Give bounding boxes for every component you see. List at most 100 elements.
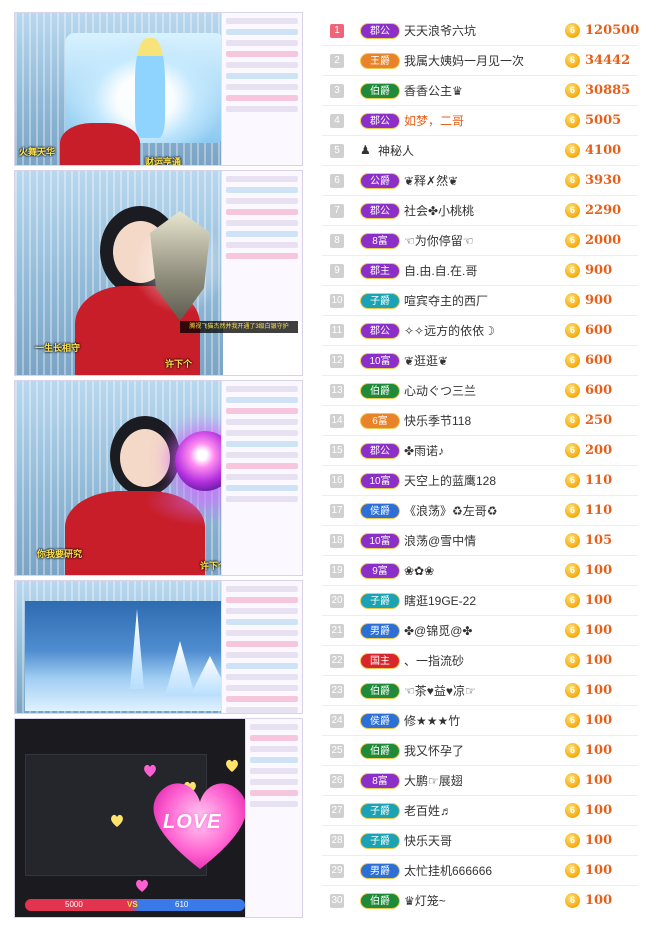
- stream-shot-3[interactable]: 你我要研究 许下个: [14, 380, 303, 576]
- ranking-row[interactable]: 27 子爵 老百姓♬ 6 100: [322, 796, 638, 826]
- gift-amount: 2290: [585, 203, 622, 218]
- user-name[interactable]: ❦释✗然❦: [404, 173, 458, 189]
- ranking-row[interactable]: 14 6富 快乐季节118 6 250: [322, 406, 638, 436]
- stream-shot-2[interactable]: 一生长相守 许下个 腾视飞猫杰然并我开通了3级白银守护: [14, 170, 303, 376]
- gift-amount: 100: [585, 623, 613, 638]
- user-name[interactable]: ☜茶♥益♥凉☞: [404, 683, 476, 699]
- user-name[interactable]: 喧宾夺主的西厂: [404, 293, 488, 309]
- gift-amount: 100: [585, 683, 613, 698]
- ranking-row[interactable]: 22 国主 、一指流砂 6 100: [322, 646, 638, 676]
- rank-number: 28: [330, 834, 344, 848]
- ranking-row[interactable]: 18 10富 浪荡@雪中情 6 105: [322, 526, 638, 556]
- ranking-row[interactable]: 3 伯爵 香香公主♛ 6 30885: [322, 76, 638, 106]
- user-name[interactable]: 天天浪爷六坑: [404, 23, 476, 39]
- stream-shot-4[interactable]: [14, 580, 303, 714]
- coin-icon: 6: [565, 233, 580, 248]
- ranking-row[interactable]: 9 郡主 自.由.自.在.哥 6 900: [322, 256, 638, 286]
- user-name[interactable]: 如梦，二哥: [404, 113, 464, 129]
- ranking-row[interactable]: 11 郡公 ✧✧远方的依依☽ 6 600: [322, 316, 638, 346]
- ranking-row[interactable]: 29 男爵 太忙挂机666666 6 100: [322, 856, 638, 886]
- gift-ranking-list: 1 郡公 天天浪爷六坑 6 120500 2 王爵 我属大姨妈一月见一次 6 34442 3 伯爵 香香…: [322, 16, 640, 916]
- user-name[interactable]: 《浪荡》♻左哥♻: [404, 503, 498, 519]
- user-name[interactable]: 社会✤小桃桃: [404, 203, 474, 219]
- user-name[interactable]: 快乐天哥: [404, 833, 452, 849]
- ranking-row[interactable]: 26 8富 大鹏☞展翅 6 100: [322, 766, 638, 796]
- ranking-row[interactable]: 23 伯爵 ☜茶♥益♥凉☞ 6 100: [322, 676, 638, 706]
- user-name[interactable]: 心动ぐつ三兰: [404, 383, 476, 399]
- coin-icon: 6: [565, 713, 580, 728]
- user-name[interactable]: 修★★★竹: [404, 713, 460, 729]
- chat-sidebar: [221, 581, 302, 713]
- user-name[interactable]: ❦逛逛❦: [404, 353, 448, 369]
- user-name[interactable]: 我又怀孕了: [404, 743, 464, 759]
- ranking-row[interactable]: 5 ♟ 神秘人 6 4100: [322, 136, 638, 166]
- rank-badge: 郡公: [360, 203, 400, 219]
- rank-badge: 王爵: [360, 53, 400, 69]
- rank-badge: 伯爵: [360, 743, 400, 759]
- ranking-row[interactable]: 7 郡公 社会✤小桃桃 6 2290: [322, 196, 638, 226]
- gift-amount: 120500: [585, 23, 640, 38]
- rank-number: 23: [330, 684, 344, 698]
- user-name[interactable]: 香香公主♛: [404, 83, 463, 99]
- rank-number: 14: [330, 414, 344, 428]
- coin-icon: 6: [565, 773, 580, 788]
- rank-badge: 男爵: [360, 623, 400, 639]
- coin-icon: 6: [565, 173, 580, 188]
- rank-number: 11: [330, 324, 344, 338]
- ranking-row[interactable]: 30 伯爵 ♛灯笼~ 6 100: [322, 886, 638, 916]
- coin-icon: 6: [565, 653, 580, 668]
- ranking-row[interactable]: 6 公爵 ❦释✗然❦ 6 3930: [322, 166, 638, 196]
- ranking-row[interactable]: 4 郡公 如梦，二哥 6 5005: [322, 106, 638, 136]
- ranking-row[interactable]: 24 侯爵 修★★★竹 6 100: [322, 706, 638, 736]
- ranking-row[interactable]: 2 王爵 我属大姨妈一月见一次 6 34442: [322, 46, 638, 76]
- ranking-row[interactable]: 16 10富 天空上的蓝鹰128 6 110: [322, 466, 638, 496]
- user-name[interactable]: 快乐季节118: [404, 413, 471, 429]
- coin-icon: 6: [565, 293, 580, 308]
- ranking-row[interactable]: 25 伯爵 我又怀孕了 6 100: [322, 736, 638, 766]
- user-name[interactable]: 、一指流砂: [404, 653, 464, 669]
- stream-shot-1[interactable]: 火舞天华 财运亨通: [14, 12, 303, 166]
- gift-amount: 200: [585, 443, 613, 458]
- coin-icon: 6: [565, 473, 580, 488]
- ranking-row[interactable]: 28 子爵 快乐天哥 6 100: [322, 826, 638, 856]
- user-name[interactable]: 瞎逛19GE-22: [404, 593, 476, 609]
- user-name[interactable]: ✧✧远方的依依☽: [404, 323, 495, 339]
- user-name[interactable]: ✤@锦觅@✤: [404, 623, 472, 639]
- user-name[interactable]: 神秘人: [378, 143, 414, 159]
- user-name[interactable]: 自.由.自.在.哥: [404, 263, 477, 279]
- user-name[interactable]: 浪荡@雪中情: [404, 533, 476, 549]
- rank-number: 16: [330, 474, 344, 488]
- overlay-left-text: 一生长相守: [35, 343, 81, 353]
- rank-number: 5: [330, 144, 344, 158]
- gift-amount: 100: [585, 593, 613, 608]
- user-name[interactable]: 老百姓♬: [404, 803, 452, 819]
- user-name[interactable]: 太忙挂机666666: [404, 863, 492, 879]
- user-name[interactable]: 天空上的蓝鹰128: [404, 473, 496, 489]
- video-area: 一生长相守 许下个: [15, 171, 223, 375]
- gift-amount: 4100: [585, 143, 622, 158]
- ranking-row[interactable]: 17 侯爵 《浪荡》♻左哥♻ 6 110: [322, 496, 638, 526]
- ranking-row[interactable]: 15 郡公 ✤雨诺♪ 6 200: [322, 436, 638, 466]
- rank-badge: 郡公: [360, 113, 400, 129]
- ranking-row[interactable]: 20 子爵 瞎逛19GE-22 6 100: [322, 586, 638, 616]
- ranking-row[interactable]: 19 9富 ❀✿❀ 6 100: [322, 556, 638, 586]
- stream-shot-5[interactable]: LOVE 5000 VS 610: [14, 718, 303, 918]
- user-name[interactable]: ♛灯笼~: [404, 893, 446, 909]
- overlay-right-text: 许下个: [165, 359, 193, 369]
- gift-amount: 900: [585, 293, 613, 308]
- gift-amount: 105: [585, 533, 613, 548]
- ranking-row[interactable]: 13 伯爵 心动ぐつ三兰 6 600: [322, 376, 638, 406]
- user-name[interactable]: 大鹏☞展翅: [404, 773, 463, 789]
- ranking-row[interactable]: 1 郡公 天天浪爷六坑 6 120500: [322, 16, 640, 46]
- gift-amount: 110: [585, 503, 613, 518]
- ranking-row[interactable]: 21 男爵 ✤@锦觅@✤ 6 100: [322, 616, 638, 646]
- coin-icon: 6: [565, 83, 580, 98]
- user-name[interactable]: ❀✿❀: [404, 563, 434, 579]
- ranking-row[interactable]: 12 10富 ❦逛逛❦ 6 600: [322, 346, 638, 376]
- ranking-row[interactable]: 10 子爵 喧宾夺主的西厂 6 900: [322, 286, 638, 316]
- ranking-row[interactable]: 8 8富 ☜为你停留☜ 6 2000: [322, 226, 638, 256]
- user-name[interactable]: 我属大姨妈一月见一次: [404, 53, 524, 69]
- user-name[interactable]: ✤雨诺♪: [404, 443, 444, 459]
- rank-badge: 郡公: [360, 23, 400, 39]
- user-name[interactable]: ☜为你停留☜: [404, 233, 474, 249]
